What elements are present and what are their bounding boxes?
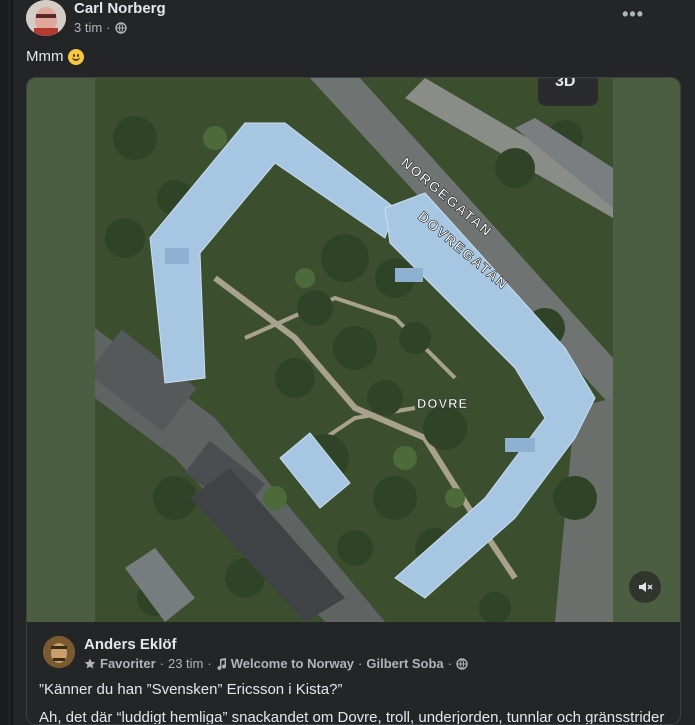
video-media[interactable]: NORGEGATAN DOVREGATAN DOVRE 3D [27, 78, 680, 622]
shared-reel-card[interactable]: NORGEGATAN DOVREGATAN DOVRE 3D Anders Ek… [26, 77, 681, 725]
feed-post: Carl Norberg 3 tim · ••• Mmm NORGEGATAN … [13, 0, 695, 725]
music-note-icon [217, 657, 226, 670]
shared-post-time[interactable]: 23 tim [168, 656, 203, 671]
meta-separator: · [106, 20, 111, 35]
author-avatar[interactable] [26, 0, 66, 36]
shared-post-text-line1: ”Känner du han ”Svensken” Ericsson i Kis… [39, 681, 343, 698]
shared-post-meta: Favoriter · 23 tim · Welcome to Norway ·… [84, 656, 468, 671]
music-title[interactable]: Welcome to Norway [231, 656, 354, 671]
globe-icon [456, 657, 468, 670]
speaker-muted-icon [639, 582, 653, 592]
left-rail [0, 0, 10, 725]
favorites-label[interactable]: Favoriter [100, 656, 156, 671]
mute-button[interactable] [629, 571, 661, 603]
more-options-button[interactable]: ••• [622, 4, 644, 25]
aerial-map-image[interactable]: NORGEGATAN DOVREGATAN DOVRE 3D [95, 78, 613, 622]
shared-post-info: Anders Eklöf Favoriter · 23 tim · Welcom… [27, 622, 680, 725]
post-meta: 3 tim · [74, 20, 127, 35]
post-body: Mmm [26, 48, 64, 65]
3d-badge[interactable]: 3D [555, 78, 575, 90]
music-artist[interactable]: Gilbert Soba [366, 656, 443, 671]
shared-author-name[interactable]: Anders Eklöf [84, 636, 177, 653]
post-time[interactable]: 3 tim [74, 20, 102, 35]
star-icon [84, 658, 96, 668]
globe-icon [114, 21, 127, 34]
shared-post-text-line2: Ah, det där “luddigt hemliga” snackandet… [39, 709, 665, 725]
post-text: Mmm [26, 48, 84, 65]
author-name[interactable]: Carl Norberg [74, 0, 166, 17]
smile-emoji-icon [67, 48, 84, 65]
post-header: Carl Norberg 3 tim · ••• [26, 0, 666, 40]
place-label-dovre: DOVRE [417, 396, 468, 411]
shared-author-avatar[interactable] [43, 636, 75, 668]
